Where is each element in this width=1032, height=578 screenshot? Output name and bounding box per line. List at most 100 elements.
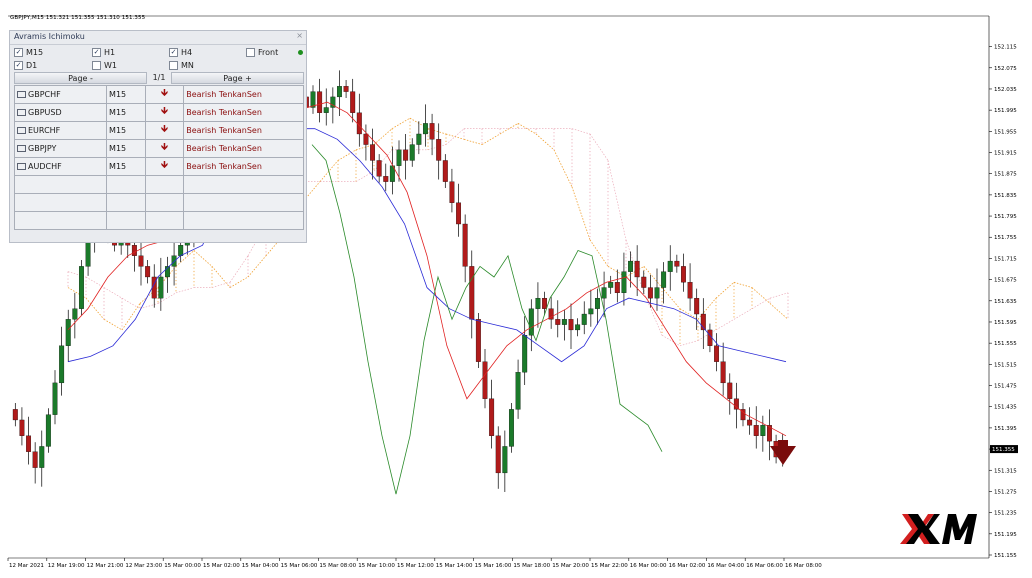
bull-candle [654,287,660,299]
x-tick-label: 15 Mar 04:00 [242,563,279,569]
bear-candle [317,91,323,113]
senkou-span-a [589,239,609,267]
signal-cell: Bearish TenkanSen [183,139,304,158]
bear-candle [462,223,468,267]
senkou-span-b [751,297,771,309]
bear-candle [12,409,18,421]
tf-checkbox-w1[interactable]: W1 [92,61,117,70]
bear-candle [720,361,726,384]
empty-cell [183,193,304,212]
bull-candle [608,282,614,288]
bear-candle [19,419,25,436]
page-prev-button[interactable]: Page - [14,72,147,84]
x-tick-label: 12 Mar 2021 [9,563,44,569]
bull-candle [628,260,634,272]
senkou-span-b [679,340,699,347]
y-tick-label: 151.235 [994,511,1017,517]
senkou-span-a [769,303,789,320]
tf-checkbox-h4[interactable]: ✓ H4 [169,48,192,57]
x-tick-label: 12 Mar 23:00 [125,563,162,569]
timeframe-cell: M15 [106,139,146,158]
senkou-span-a [661,287,681,309]
bull-candle [661,271,667,288]
bull-candle [502,446,508,474]
x-tick-label: 15 Mar 10:00 [358,563,395,569]
timeframe-cell: M15 [106,103,146,122]
bear-candle [363,133,369,145]
checkbox-front [246,48,255,57]
timeframe-cell: M15 [106,121,146,140]
empty-cell [144,211,185,230]
bear-candle [753,425,759,436]
y-tick-label: 151.315 [994,468,1017,474]
checkbox-h1: ✓ [92,48,101,57]
senkou-span-a [481,133,501,145]
x-tick-label: 15 Mar 18:00 [513,563,550,569]
y-tick-label: 151.515 [994,362,1017,368]
timeframe-cell: M15 [106,85,146,104]
x-tick-label: 12 Mar 19:00 [48,563,85,569]
tf-checkbox-h1[interactable]: ✓ H1 [92,48,115,57]
senkou-span-a [697,297,717,320]
table-row[interactable]: GBPUSD M15 🡻 Bearish TenkanSen [13,103,304,122]
y-tick-label: 151.435 [994,405,1017,411]
bear-candle [495,435,501,474]
x-tick-label: 15 Mar 22:00 [591,563,628,569]
tf-checkbox-d1[interactable]: ✓ D1 [14,61,37,70]
bear-candle [555,319,561,325]
tf-checkbox-front[interactable]: Front [246,48,278,57]
empty-cell [183,211,304,230]
bull-candle [535,297,541,309]
empty-row [13,211,304,230]
signal-cell: Bearish TenkanSen [183,85,304,104]
bull-candle [310,91,316,108]
tf-checkbox-m15[interactable]: ✓ M15 [14,48,43,57]
bull-candle [45,414,51,447]
empty-cell [106,193,146,212]
senkou-span-b [103,287,123,299]
bear-candle [694,297,700,315]
xm-logo [898,512,980,551]
symbol-cell: GBPJPY [13,139,108,158]
y-tick-label: 151.835 [994,193,1017,199]
folder-icon [17,91,26,98]
senkou-span-a [247,255,267,278]
bear-candle [475,319,481,362]
folder-icon [17,127,26,134]
down-arrow-icon: 🡻 [144,121,185,140]
bear-candle [350,91,356,113]
y-tick-label: 151.555 [994,341,1017,347]
bull-candle [508,409,514,447]
x-tick-label: 15 Mar 06:00 [281,563,318,569]
down-arrow-icon: 🡻 [144,85,185,104]
bear-candle [376,160,382,177]
senkou-span-b [589,133,609,161]
page-indicator: 1/1 [152,73,166,82]
y-tick-label: 151.635 [994,299,1017,305]
bull-candle [78,266,84,309]
senkou-span-b [715,319,735,331]
x-tick-label: 15 Mar 00:00 [164,563,201,569]
table-row[interactable]: EURCHF M15 🡻 Bearish TenkanSen [13,121,304,140]
bull-candle [575,324,581,331]
checkbox-mn [169,61,178,70]
folder-icon [17,163,26,170]
bear-candle [32,451,38,468]
senkou-span-b [355,170,375,182]
page-next-button[interactable]: Page + [171,72,304,84]
table-row[interactable]: GBPCHF M15 🡻 Bearish TenkanSen [13,85,304,104]
bull-candle [52,382,58,415]
x-tick-label: 15 Mar 08:00 [319,563,356,569]
close-icon[interactable]: × [296,31,303,40]
folder-icon [17,145,26,152]
bull-candle [65,319,71,346]
x-tick-label: 15 Mar 12:00 [397,563,434,569]
y-tick-label: 152.115 [994,45,1017,51]
bear-candle [138,255,144,267]
table-row[interactable]: AUDCHF M15 🡻 Bearish TenkanSen [13,157,304,176]
tf-checkbox-mn[interactable]: MN [169,61,194,70]
bull-candle [760,425,766,436]
bear-candle [442,160,448,182]
bear-candle [542,297,548,309]
table-row[interactable]: GBPJPY M15 🡻 Bearish TenkanSen [13,139,304,158]
